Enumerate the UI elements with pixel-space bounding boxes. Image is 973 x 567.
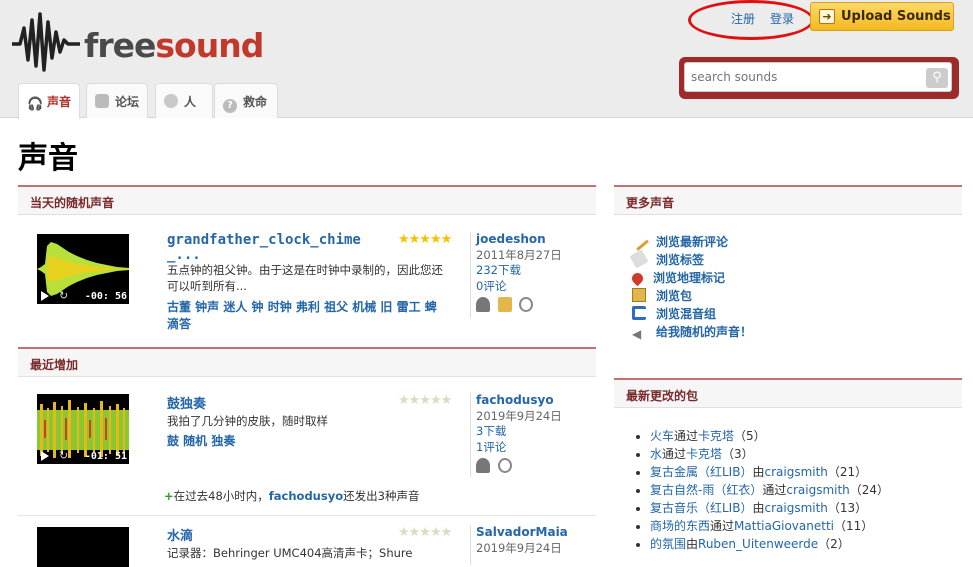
search-input[interactable] — [684, 62, 952, 92]
headphones-icon — [476, 297, 490, 312]
upload-arrow-icon: ➜ — [819, 9, 835, 24]
more-sounds-heading: 更多声音 — [614, 185, 962, 215]
sound-date: 2011年8月27日 — [476, 247, 562, 262]
upload-label: Upload Sounds — [841, 9, 951, 24]
sound-user[interactable]: fachodusyo — [476, 393, 554, 407]
pack-item: 的氛围由Ruben_Uitenweerde（2） — [650, 535, 889, 553]
sound-user[interactable]: SalvadorMaia — [476, 525, 568, 539]
loop-icon[interactable]: ↻ — [59, 449, 68, 462]
random-sound-heading: 当天的随机声音 — [18, 185, 596, 215]
people-icon — [164, 94, 178, 108]
help-icon: ? — [223, 99, 237, 113]
duration: -01: 51 — [84, 451, 127, 462]
speech-bubble-icon — [95, 94, 109, 108]
rating-stars: ★★★★★ — [398, 525, 452, 540]
random-sound-link[interactable]: ◀ 给我随机的声音！ — [632, 323, 752, 341]
pencil-icon — [629, 231, 649, 251]
headphones-icon: 🎧 — [27, 97, 44, 112]
sound-user[interactable]: joedeshon — [476, 232, 546, 246]
freesound-logo[interactable]: freesound — [10, 8, 264, 72]
tab-people[interactable]: 人 — [155, 83, 213, 118]
sound-comments[interactable]: 1评论 — [476, 440, 506, 454]
pack-item: 水通过卡克塔（3） — [650, 445, 889, 463]
waveform-player[interactable]: ↻ -00: 56 — [37, 234, 129, 304]
upload-sounds-button[interactable]: ➜ Upload Sounds — [810, 2, 954, 31]
site-header: freesound 注册 登录 ➜ Upload Sounds ⚲ 🎧声音 论坛… — [0, 0, 973, 119]
sound-downloads[interactable]: 232下载 — [476, 263, 521, 277]
sound-meta: joedeshon 2011年8月27日 232下载 0评论 — [470, 232, 590, 318]
more-sounds-box: 更多声音 浏览最新评论 浏览标签 浏览地理标记 浏览包 浏览混音组 ◀ 给我随机的… — [614, 185, 962, 357]
search-icon[interactable]: ⚲ — [926, 68, 948, 88]
sound-description: 记录器：Behringer UMC404高清声卡；Shure — [167, 546, 413, 560]
sound-title[interactable]: grandfather_clock_chime — [167, 232, 361, 248]
browse-comments-link[interactable]: 浏览最新评论 — [629, 231, 752, 251]
login-link[interactable]: 登录 — [770, 10, 794, 27]
sound-description: 我拍了几分钟的皮肤，随时取样 — [167, 414, 328, 428]
note-user-link[interactable]: fachodusyo — [269, 489, 343, 503]
packs-list: 火车通过卡克塔（5） 水通过卡克塔（3） 复古金属（红LIB）由craigsmi… — [650, 427, 889, 553]
sound-title[interactable]: 鼓独奏 — [167, 393, 206, 412]
license-icon[interactable] — [497, 458, 512, 473]
sound-meta: SalvadorMaia 2019年9月24日 — [470, 525, 590, 565]
browse-tags-link[interactable]: 浏览标签 — [629, 249, 752, 269]
browse-remix-link[interactable]: 浏览混音组 — [632, 305, 752, 323]
recent-uploads-note: +在过去48小时内，fachodusyo还发出3种声音 — [164, 489, 420, 503]
remix-icon — [632, 306, 646, 320]
pack-icon[interactable] — [497, 297, 512, 312]
sound-tags[interactable]: 古董 钟声 迷人 钟 时钟 弗利 祖父 机械 旧 雷工 蜱 滴答 — [167, 299, 457, 333]
duration: -00: 56 — [84, 291, 127, 302]
pack-item: 复古音乐（红LIB）由craigsmith（13） — [650, 499, 889, 517]
sound-item: ↻ -00: 56 grandfather_clock_chime _... ★… — [18, 232, 596, 332]
random-sound-box: 当天的随机声音 ↻ -00: 56 grandfather_clock_chim… — [18, 185, 596, 335]
sound-title-cont[interactable]: _... — [167, 247, 201, 263]
recent-sounds-box: 最近增加 ↻ -01: 51 鼓独奏 ★★★★★ 我拍了几分钟的皮肤，随时取样 … — [18, 347, 596, 567]
pack-item: 商场的东西通过MattiaGiovanetti（11） — [650, 517, 889, 535]
sound-tags[interactable]: 鼓 随机 独奏 — [167, 433, 457, 450]
loop-icon[interactable]: ↻ — [59, 289, 68, 302]
pack-item: 复古自然-雨（红衣）通过craigsmith（24） — [650, 481, 889, 499]
sound-date: 2019年9月24日 — [476, 408, 562, 423]
waveform-player[interactable]: ↻ -01: 51 — [37, 394, 129, 464]
sound-item: 水滴 ★★★★★ 记录器：Behringer UMC404高清声卡；Shure … — [18, 525, 596, 567]
tab-sounds[interactable]: 🎧 声音 — [18, 83, 80, 119]
tab-help[interactable]: ? 救命 — [214, 83, 278, 118]
register-link[interactable]: 注册 — [731, 10, 755, 27]
tab-forum[interactable]: 论坛 — [86, 83, 148, 118]
page-title: 声音 — [18, 141, 78, 176]
play-icon[interactable] — [41, 451, 49, 461]
package-icon — [632, 288, 646, 302]
play-icon[interactable] — [41, 291, 49, 301]
sound-date: 2019年9月24日 — [476, 540, 562, 555]
headphones-icon — [476, 458, 490, 473]
latest-packs-box: 最新更改的包 火车通过卡克塔（5） 水通过卡克塔（3） 复古金属（红LIB）由c… — [614, 378, 962, 556]
sound-item: ↻ -01: 51 鼓独奏 ★★★★★ 我拍了几分钟的皮肤，随时取样 鼓 随机 … — [18, 393, 596, 493]
sound-description: 五点钟的祖父钟。由于这是在时钟中录制的，因此您还 可以听到所有... — [167, 263, 443, 293]
pack-item: 复古金属（红LIB）由craigsmith（21） — [650, 463, 889, 481]
tag-icon — [629, 249, 649, 269]
browse-packs-link[interactable]: 浏览包 — [632, 287, 752, 305]
rating-stars: ★★★★★ — [398, 232, 452, 247]
sound-downloads[interactable]: 3下载 — [476, 424, 506, 438]
rating-stars: ★★★★★ — [398, 393, 452, 408]
pack-item: 火车通过卡克塔（5） — [650, 427, 889, 445]
logo-wordmark: freesound — [84, 26, 264, 65]
waveform-player[interactable] — [37, 527, 129, 567]
divider — [18, 515, 596, 516]
browse-geotags-link[interactable]: 浏览地理标记 — [629, 269, 752, 287]
latest-packs-heading: 最新更改的包 — [614, 378, 962, 408]
more-sounds-list: 浏览最新评论 浏览标签 浏览地理标记 浏览包 浏览混音组 ◀ 给我随机的声音！ — [629, 231, 752, 341]
auth-links: 注册 登录 — [688, 0, 814, 40]
recent-sounds-heading: 最近增加 — [18, 347, 596, 377]
map-pin-icon — [629, 270, 646, 287]
waveform-logo-icon — [12, 12, 80, 72]
sound-title[interactable]: 水滴 — [167, 525, 193, 544]
license-icon[interactable] — [519, 297, 534, 312]
plus-icon: + — [164, 489, 174, 503]
speaker-icon: ◀ — [632, 327, 642, 341]
sound-comments[interactable]: 0评论 — [476, 279, 506, 293]
search-box: ⚲ — [679, 57, 959, 99]
sound-meta: fachodusyo 2019年9月24日 3下载 1评论 — [470, 393, 590, 477]
